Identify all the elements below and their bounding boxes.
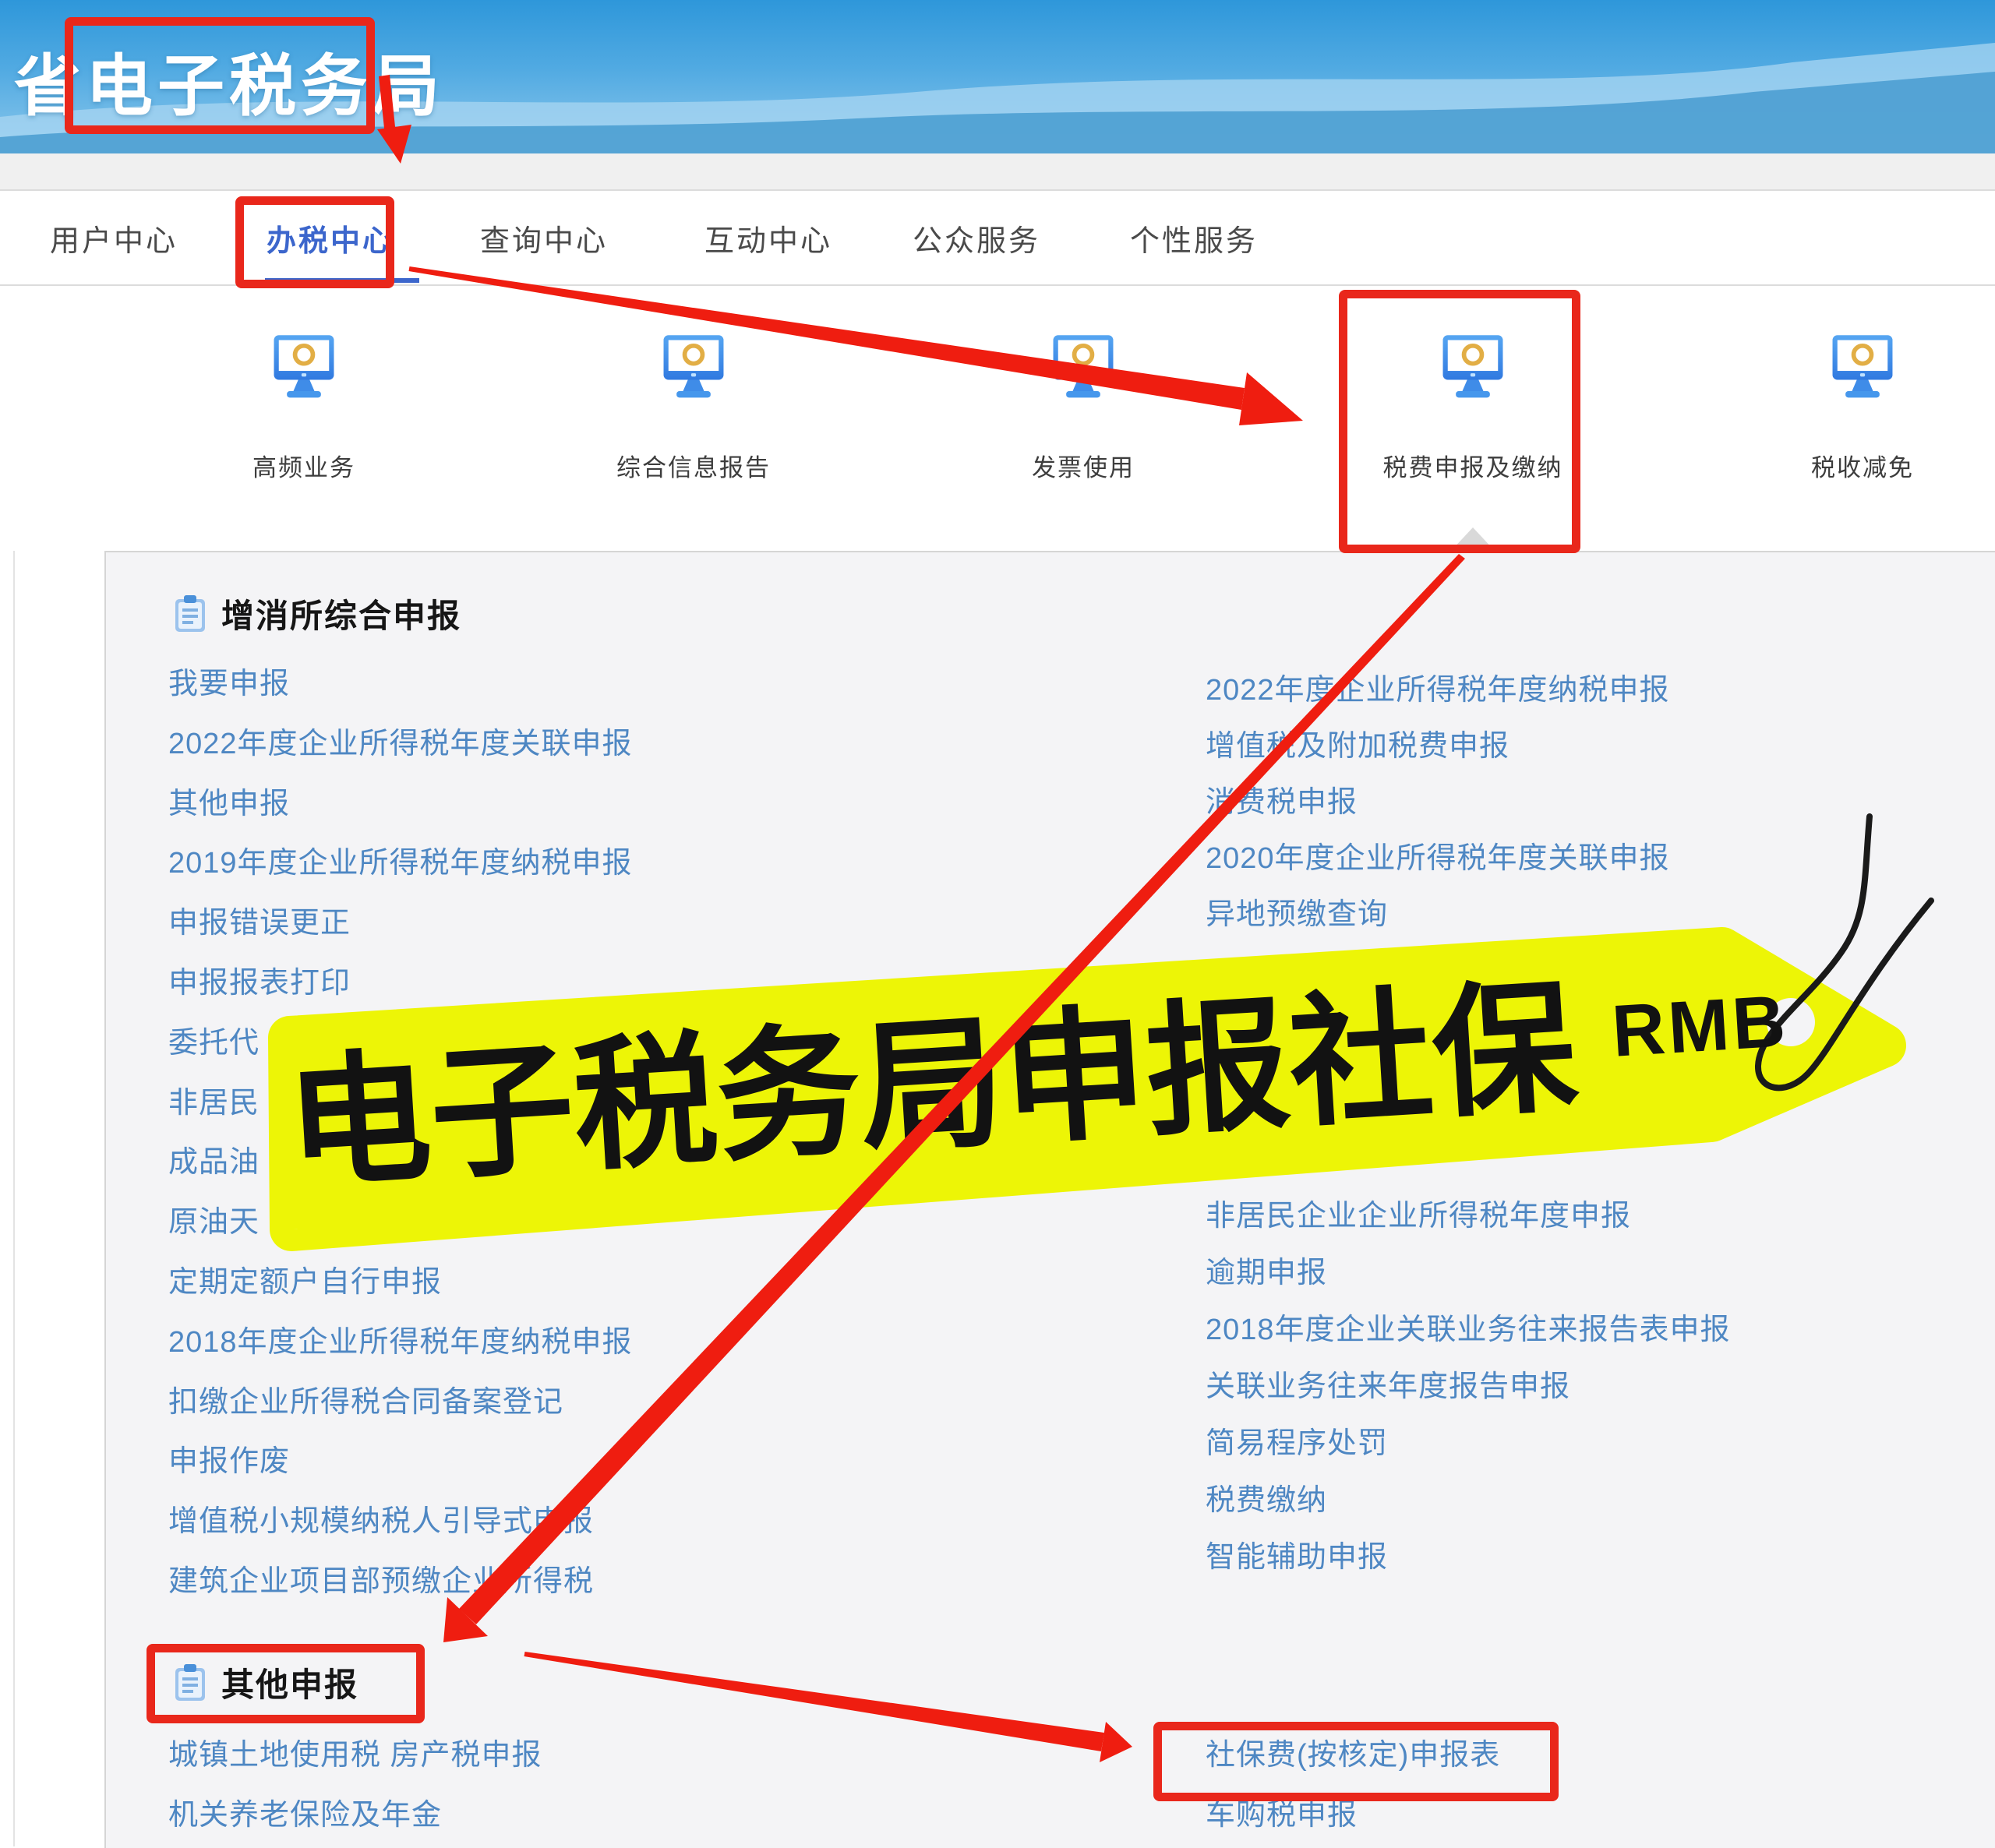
- monitor-icon: [263, 330, 344, 411]
- header-banner: 省电子税务局: [0, 0, 1995, 153]
- service-link[interactable]: 社保费(按核定)申报表: [1206, 1726, 1500, 1786]
- service-link[interactable]: 2019年度企业所得税年度纳税申报: [168, 834, 633, 894]
- service-link[interactable]: 2020年度企业所得税年度关联申报: [1206, 831, 1670, 887]
- service-link[interactable]: 2018年度企业所得税年度纳税申报: [168, 1313, 633, 1373]
- service-link[interactable]: 关联业务往来年度报告申报: [1206, 1359, 1731, 1416]
- category-5[interactable]: 税收减免: [1738, 330, 1987, 483]
- section2-right-links: 社保费(按核定)申报表车购税申报: [1206, 1726, 1500, 1846]
- service-link[interactable]: 委托代: [168, 1014, 633, 1074]
- service-link[interactable]: 非居民企业企业所得税年度申报: [1206, 1188, 1731, 1245]
- clipboard-icon: [175, 595, 206, 633]
- service-link[interactable]: 成品油: [168, 1133, 633, 1193]
- service-link[interactable]: 2022年度企业所得税年度纳税申报: [1206, 662, 1670, 718]
- category-row: 高频业务 综合信息报告 发票使用 税费申报及缴纳 税收减免: [0, 283, 1995, 551]
- section-title: 其他申报: [221, 1659, 358, 1706]
- service-link[interactable]: 非居民: [168, 1074, 633, 1134]
- site-logo: 省电子税务局: [14, 31, 444, 129]
- logo-title: 电子税务局: [86, 49, 444, 124]
- category-label: 税收减免: [1811, 448, 1914, 483]
- active-tab-underline: [265, 278, 419, 283]
- section1-right-links-bottom: 非居民企业企业所得税年度申报逾期申报2018年度企业关联业务往来报告表申报关联业…: [1206, 1188, 1731, 1586]
- service-link[interactable]: 申报报表打印: [168, 954, 633, 1014]
- service-link[interactable]: 机关养老保险及年金: [168, 1786, 542, 1846]
- category-4[interactable]: 税费申报及缴纳: [1348, 330, 1598, 483]
- panel-caret: [1451, 527, 1495, 551]
- main-nav: 用户中心办税中心查询中心 互动中心公众服务个性服务: [0, 189, 1995, 286]
- category-2[interactable]: 综合信息报告: [569, 330, 818, 483]
- section1-left-links: 我要申报2022年度企业所得税年度关联申报其他申报2019年度企业所得税年度纳税…: [168, 654, 633, 1612]
- service-link[interactable]: 消费税申报: [1206, 774, 1670, 831]
- nav-tab-2[interactable]: 办税中心: [267, 191, 394, 284]
- nav-tab-3[interactable]: 查询中心: [480, 191, 608, 284]
- section1-right-links-top: 2022年度企业所得税年度纳税申报增值税及附加税费申报消费税申报2020年度企业…: [1206, 662, 1670, 943]
- service-link[interactable]: 其他申报: [168, 774, 633, 834]
- service-link[interactable]: 异地预缴查询: [1206, 887, 1670, 943]
- category-3[interactable]: 发票使用: [959, 330, 1208, 483]
- monitor-icon: [1432, 330, 1513, 411]
- nav-tab-6[interactable]: 个性服务: [1130, 191, 1258, 284]
- service-link[interactable]: 原油天: [168, 1193, 633, 1253]
- tax-declare-panel: 增消所综合申报 我要申报2022年度企业所得税年度关联申报其他申报2019年度企…: [104, 551, 1995, 1848]
- nav-tab-4[interactable]: 互动中心: [704, 191, 832, 284]
- category-label: 税费申报及缴纳: [1383, 448, 1563, 483]
- logo-region-prefix: 省: [14, 49, 86, 124]
- service-link[interactable]: 税费缴纳: [1206, 1472, 1731, 1529]
- service-link[interactable]: 增值税及附加税费申报: [1206, 718, 1670, 774]
- service-link[interactable]: 申报错误更正: [168, 894, 633, 954]
- section-header-zengxiaosuo: 增消所综合申报: [175, 590, 461, 637]
- nav-tab-5[interactable]: 公众服务: [913, 191, 1040, 284]
- service-link[interactable]: 智能辅助申报: [1206, 1529, 1731, 1586]
- monitor-icon: [1043, 330, 1124, 411]
- nav-tab-1[interactable]: 用户中心: [50, 191, 178, 284]
- header-sub-strip: [0, 153, 1995, 189]
- service-link[interactable]: 增值税小规模纳税人引导式申报: [168, 1492, 633, 1552]
- service-link[interactable]: 2018年度企业关联业务往来报告表申报: [1206, 1302, 1731, 1359]
- service-link[interactable]: 城镇土地使用税 房产税申报: [168, 1726, 542, 1786]
- section2-left-links: 城镇土地使用税 房产税申报机关养老保险及年金: [168, 1726, 542, 1846]
- service-link[interactable]: 定期定额户自行申报: [168, 1253, 633, 1313]
- clipboard-icon: [175, 1664, 206, 1702]
- service-link[interactable]: 车购税申报: [1206, 1786, 1500, 1846]
- category-1[interactable]: 高频业务: [179, 330, 429, 483]
- service-link[interactable]: 2022年度企业所得税年度关联申报: [168, 714, 633, 774]
- category-label: 综合信息报告: [616, 448, 771, 483]
- monitor-icon: [653, 330, 734, 411]
- section-title: 增消所综合申报: [221, 590, 461, 637]
- service-link[interactable]: 扣缴企业所得税合同备案登记: [168, 1373, 633, 1433]
- service-link[interactable]: 我要申报: [168, 654, 633, 714]
- category-label: 发票使用: [1032, 448, 1135, 483]
- category-label: 高频业务: [252, 448, 355, 483]
- service-link[interactable]: 申报作废: [168, 1432, 633, 1492]
- service-link[interactable]: 简易程序处罚: [1206, 1416, 1731, 1472]
- service-link[interactable]: 建筑企业项目部预缴企业所得税: [168, 1552, 633, 1612]
- service-link[interactable]: 逾期申报: [1206, 1245, 1731, 1302]
- monitor-icon: [1822, 330, 1903, 411]
- section-header-other: 其他申报: [175, 1659, 358, 1706]
